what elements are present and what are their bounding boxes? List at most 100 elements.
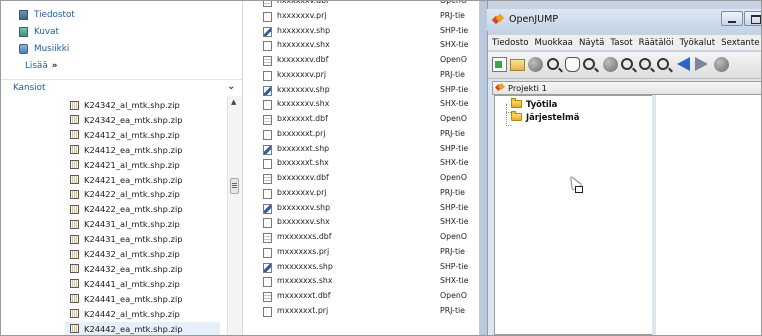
shx-file-icon	[263, 100, 272, 111]
save-icon[interactable]	[528, 57, 543, 72]
file-row[interactable]: mxxxxxxs.prj PRJ-tie	[245, 245, 479, 260]
folder-tree-item-label: K24441_ea_mtk.shp.zip	[84, 293, 183, 304]
file-row[interactable]: bxxxxxxt.shx SHX-tie	[245, 156, 479, 171]
file-row[interactable]: hxxxxxxv.shp SHP-tie	[245, 24, 479, 39]
file-row[interactable]: bxxxxxxt.dbf OpenO	[245, 112, 479, 127]
zoom-previous-icon[interactable]	[657, 58, 669, 70]
file-row[interactable]: bxxxxxxv.shp SHP-tie	[245, 201, 479, 216]
file-row[interactable]: kxxxxxxv.dbf OpenO	[245, 53, 479, 68]
folder-tree-item[interactable]: K24422_al_mtk.shp.zip	[70, 187, 180, 201]
menu-item-tykalut[interactable]: Työkalut	[680, 38, 716, 48]
file-row[interactable]: mxxxxxxs.shx SHX-tie	[245, 274, 479, 289]
folder-tree-item-label: K24431_ea_mtk.shp.zip	[84, 234, 183, 245]
folder-tree-item-label: K24432_ea_mtk.shp.zip	[84, 263, 183, 274]
back-arrow-icon[interactable]	[677, 57, 690, 71]
folder-tree-item[interactable]: K24432_ea_mtk.shp.zip	[70, 262, 183, 276]
file-row[interactable]: kxxxxxxv.prj PRJ-tie	[245, 68, 479, 83]
folder-tree-item[interactable]: K24431_ea_mtk.shp.zip	[70, 232, 183, 246]
file-row[interactable]: mxxxxxxt.dbf OpenO	[245, 289, 479, 304]
layer-tree-pane: Työtila Järjestelmä	[494, 95, 656, 335]
folder-tree-item-label: K24432_al_mtk.shp.zip	[84, 249, 180, 259]
menu-item-muokkaa[interactable]: Muokkaa	[534, 38, 572, 48]
map-panel[interactable]	[656, 95, 761, 335]
layer-category-jarjestelma[interactable]: Järjestelmä	[511, 111, 579, 123]
folder-tree-item[interactable]: K24421_al_mtk.shp.zip	[70, 158, 180, 172]
file-type: OpenO	[440, 1, 467, 5]
layer-category-tyotila[interactable]: Työtila	[511, 98, 557, 110]
folder-tree-item-label: K24431_al_mtk.shp.zip	[84, 219, 180, 230]
stop-icon[interactable]	[603, 57, 618, 72]
forward-arrow-icon[interactable]	[695, 57, 708, 71]
layer-category-label: Järjestelmä	[526, 112, 580, 122]
zip-archive-icon	[70, 264, 79, 274]
file-row[interactable]: hxxxxxxv.shx SHX-tie	[245, 38, 479, 53]
folder-tree-item[interactable]: K24421_ea_mtk.shp.zip	[70, 173, 183, 187]
folders-header[interactable]: Kansiot ⌄	[1, 79, 242, 96]
folder-tree-item[interactable]: K24342_ea_mtk.shp.zip	[70, 113, 183, 127]
folder-tree-scrollbar[interactable]: ▲	[227, 96, 242, 335]
nav-library-tiedostot[interactable]: Tiedostot	[19, 8, 75, 22]
folder-tree-item[interactable]: K24412_al_mtk.shp.zip	[70, 128, 180, 142]
project-title: Projekti 1	[508, 83, 547, 93]
prj-file-icon	[263, 11, 272, 22]
scrollbar-thumb[interactable]	[230, 178, 239, 194]
file-row[interactable]: mxxxxxxs.shp SHP-tie	[245, 260, 479, 275]
folder-tree-item-label: K24422_al_mtk.shp.zip	[84, 189, 180, 200]
nav-library-musiikki[interactable]: Musiikki	[19, 42, 69, 56]
maximize-button[interactable]	[744, 11, 761, 26]
file-row[interactable]: mxxxxxxt.prj PRJ-tie	[245, 304, 479, 319]
zoom-in-icon[interactable]	[621, 58, 633, 70]
menu-item-tiedosto[interactable]: Tiedosto	[492, 38, 528, 48]
folder-tree-item[interactable]: K24431_al_mtk.shp.zip	[70, 217, 180, 231]
new-project-icon[interactable]	[492, 57, 507, 72]
zip-archive-icon	[70, 115, 79, 125]
scroll-up-arrow-icon[interactable]: ▲	[231, 98, 236, 106]
window-title: OpenJUMP	[509, 14, 559, 25]
menu-item-sextante[interactable]: Sextante	[721, 38, 759, 48]
file-row[interactable]: kxxxxxxv.shx SHX-tie	[245, 97, 479, 112]
file-name: hxxxxxxv.prj	[277, 10, 327, 20]
file-row[interactable]: bxxxxxxv.prj PRJ-tie	[245, 186, 479, 201]
zoom-out-icon[interactable]	[639, 58, 651, 70]
menu-item-rtli[interactable]: Räätälöi	[639, 38, 674, 48]
project-frame-title-bar[interactable]: Projekti 1	[492, 81, 761, 95]
file-row[interactable]: kxxxxxxv.shp SHP-tie	[245, 83, 479, 98]
folder-tree-item[interactable]: K24342_al_mtk.shp.zip	[70, 98, 180, 112]
file-row[interactable]: bxxxxxxv.shx SHX-tie	[245, 215, 479, 230]
file-name: mxxxxxxs.shp	[277, 261, 333, 271]
window-title-bar[interactable]: OpenJUMP	[487, 9, 761, 31]
menu-item-tasot[interactable]: Tasot	[610, 38, 632, 48]
pan-hand-icon[interactable]	[565, 57, 580, 72]
refresh-icon[interactable]	[714, 57, 729, 72]
file-type: SHX-tie	[440, 40, 469, 50]
folder-tree-item[interactable]: K24442_ea_mtk.shp.zip	[65, 321, 220, 335]
dbf-file-icon	[263, 56, 272, 66]
folder-tree-item[interactable]: K24441_al_mtk.shp.zip	[70, 277, 180, 291]
minimize-button[interactable]	[721, 11, 743, 26]
file-name: kxxxxxxv.shx	[277, 99, 330, 109]
zip-archive-icon	[70, 234, 79, 244]
nav-library-kuvat[interactable]: Kuvat	[19, 25, 59, 39]
file-row[interactable]: hxxxxxxv.prj PRJ-tie	[245, 9, 479, 24]
chevron-down-icon[interactable]: ⌄	[227, 81, 235, 92]
file-name: bxxxxxxt.prj	[277, 128, 326, 138]
folder-tree-item[interactable]: K24432_al_mtk.shp.zip	[70, 247, 180, 261]
nav-more-link[interactable]: Lisää»	[25, 61, 57, 71]
open-folder-icon[interactable]	[510, 59, 525, 71]
file-row[interactable]: mxxxxxxs.dbf OpenO	[245, 230, 479, 245]
folder-tree-item[interactable]: K24412_ea_mtk.shp.zip	[70, 143, 183, 157]
folder-tree-item-label: K24342_ea_mtk.shp.zip	[84, 114, 183, 125]
folder-tree-item[interactable]: K24441_ea_mtk.shp.zip	[70, 292, 183, 306]
menu-item-nyt[interactable]: Näytä	[579, 38, 604, 48]
zip-archive-icon	[70, 145, 79, 155]
folder-tree-item[interactable]: K24422_ea_mtk.shp.zip	[70, 202, 183, 216]
folder-tree-item-label: K24421_ea_mtk.shp.zip	[84, 174, 183, 185]
file-row[interactable]: bxxxxxxv.dbf OpenO	[245, 171, 479, 186]
zoom-icon[interactable]	[547, 58, 559, 70]
file-row[interactable]: bxxxxxxt.prj PRJ-tie	[245, 127, 479, 142]
file-name: bxxxxxxv.dbf	[277, 173, 329, 182]
folder-tree-item[interactable]: K24442_al_mtk.shp.zip	[70, 307, 180, 321]
file-row[interactable]: bxxxxxxt.shp SHP-tie	[245, 142, 479, 157]
pictures-library-icon	[19, 27, 28, 37]
zoom-to-full-icon[interactable]	[583, 58, 595, 70]
